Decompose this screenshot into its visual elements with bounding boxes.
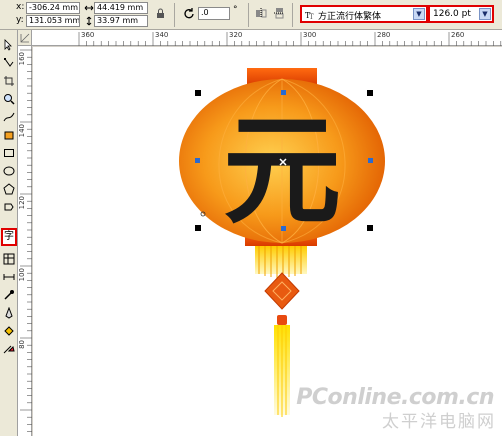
text-tool-glyph: 字 [4,231,14,242]
lantern-artwork: 元 [179,68,385,417]
x-label: x: [16,2,25,12]
ruler-label: 80 [18,340,26,349]
ruler-label: 320 [229,31,243,39]
interactive-fill-tool-icon[interactable] [2,342,16,356]
selection-handle [368,158,373,163]
selection-handle [195,158,200,163]
eyedropper-tool-icon[interactable] [2,288,16,302]
text-tool-icon[interactable]: 字 [1,228,17,246]
dimension-tool-icon[interactable] [2,270,16,284]
mirror-horizontal-icon[interactable] [254,6,268,20]
smart-fill-tool-icon[interactable] [2,128,16,142]
lantern-knot [264,272,300,310]
ruler-label: 160 [18,52,26,66]
font-name-value: 方正流行体繁体 [318,12,382,22]
property-bar: x: -306.24 mm y: 131.053 mm 44.419 mm 33… [0,0,502,30]
rectangle-tool-icon[interactable] [2,146,16,160]
outline-tool-icon[interactable] [2,306,16,320]
width-field[interactable]: 44.419 mm [94,2,148,14]
ellipse-tool-icon[interactable] [2,164,16,178]
font-size-combo[interactable]: 126.0 pt ▼ [428,5,494,23]
table-tool-icon[interactable] [2,252,16,266]
font-size-value: 126.0 pt [433,9,471,19]
lantern-fringe [255,246,307,278]
pick-tool-icon[interactable] [2,38,16,52]
y-label: y: [16,15,24,25]
watermark-chinese: 太平洋电脑网 [382,412,496,432]
height-field[interactable]: 33.97 mm [94,15,148,27]
selection-handle [281,90,286,95]
ruler-origin[interactable] [18,30,32,46]
vertical-ruler[interactable]: 160 140 120 100 80 [18,46,32,436]
font-name-combo[interactable]: TT 方正流行体繁体 ▼ [300,5,428,23]
basic-shapes-tool-icon[interactable] [2,200,16,214]
selection-handle [195,225,201,231]
rotate-icon [182,6,196,20]
polygon-tool-icon[interactable] [2,182,16,196]
chevron-down-icon[interactable]: ▼ [413,8,425,20]
selection-handle [367,225,373,231]
ruler-label: 100 [18,268,26,282]
selection-handle [195,90,201,96]
truetype-icon: TT [304,9,316,20]
separator [174,3,175,27]
y-position-field[interactable]: 131.053 mm [26,15,80,27]
lantern-bead [277,315,287,325]
svg-text:T: T [309,13,314,20]
width-icon [84,2,94,14]
ruler-label: 140 [18,124,26,138]
fill-tool-icon[interactable] [2,324,16,338]
ruler-label: 340 [155,31,169,39]
lantern-character: 元 [223,102,341,240]
selection-handle [281,226,286,231]
height-icon [84,15,94,27]
drawing-canvas[interactable]: 元 PConline.com.cn 太平洋电脑网 [33,47,502,436]
separator [292,3,293,27]
ruler-label: 280 [377,31,391,39]
selection-handle [367,90,373,96]
ruler-label: 360 [81,31,95,39]
chevron-down-icon[interactable]: ▼ [479,8,491,20]
lock-ratio-icon[interactable] [154,6,166,20]
zoom-tool-icon[interactable] [2,92,16,106]
horizontal-ruler[interactable]: 360 340 320 300 280 260 [32,30,502,46]
crop-tool-icon[interactable] [2,74,16,88]
x-position-field[interactable]: -306.24 mm [26,2,80,14]
ruler-label: 120 [18,196,26,210]
separator [248,3,249,27]
toolbox: 字 [0,30,18,436]
ruler-label: 300 [303,31,317,39]
shape-tool-icon[interactable] [2,56,16,70]
ruler-label: 260 [451,31,465,39]
mirror-vertical-icon[interactable] [272,6,286,20]
rotation-field[interactable]: .0 [198,7,230,20]
degree-symbol: ° [233,5,238,15]
freehand-tool-icon[interactable] [2,110,16,124]
